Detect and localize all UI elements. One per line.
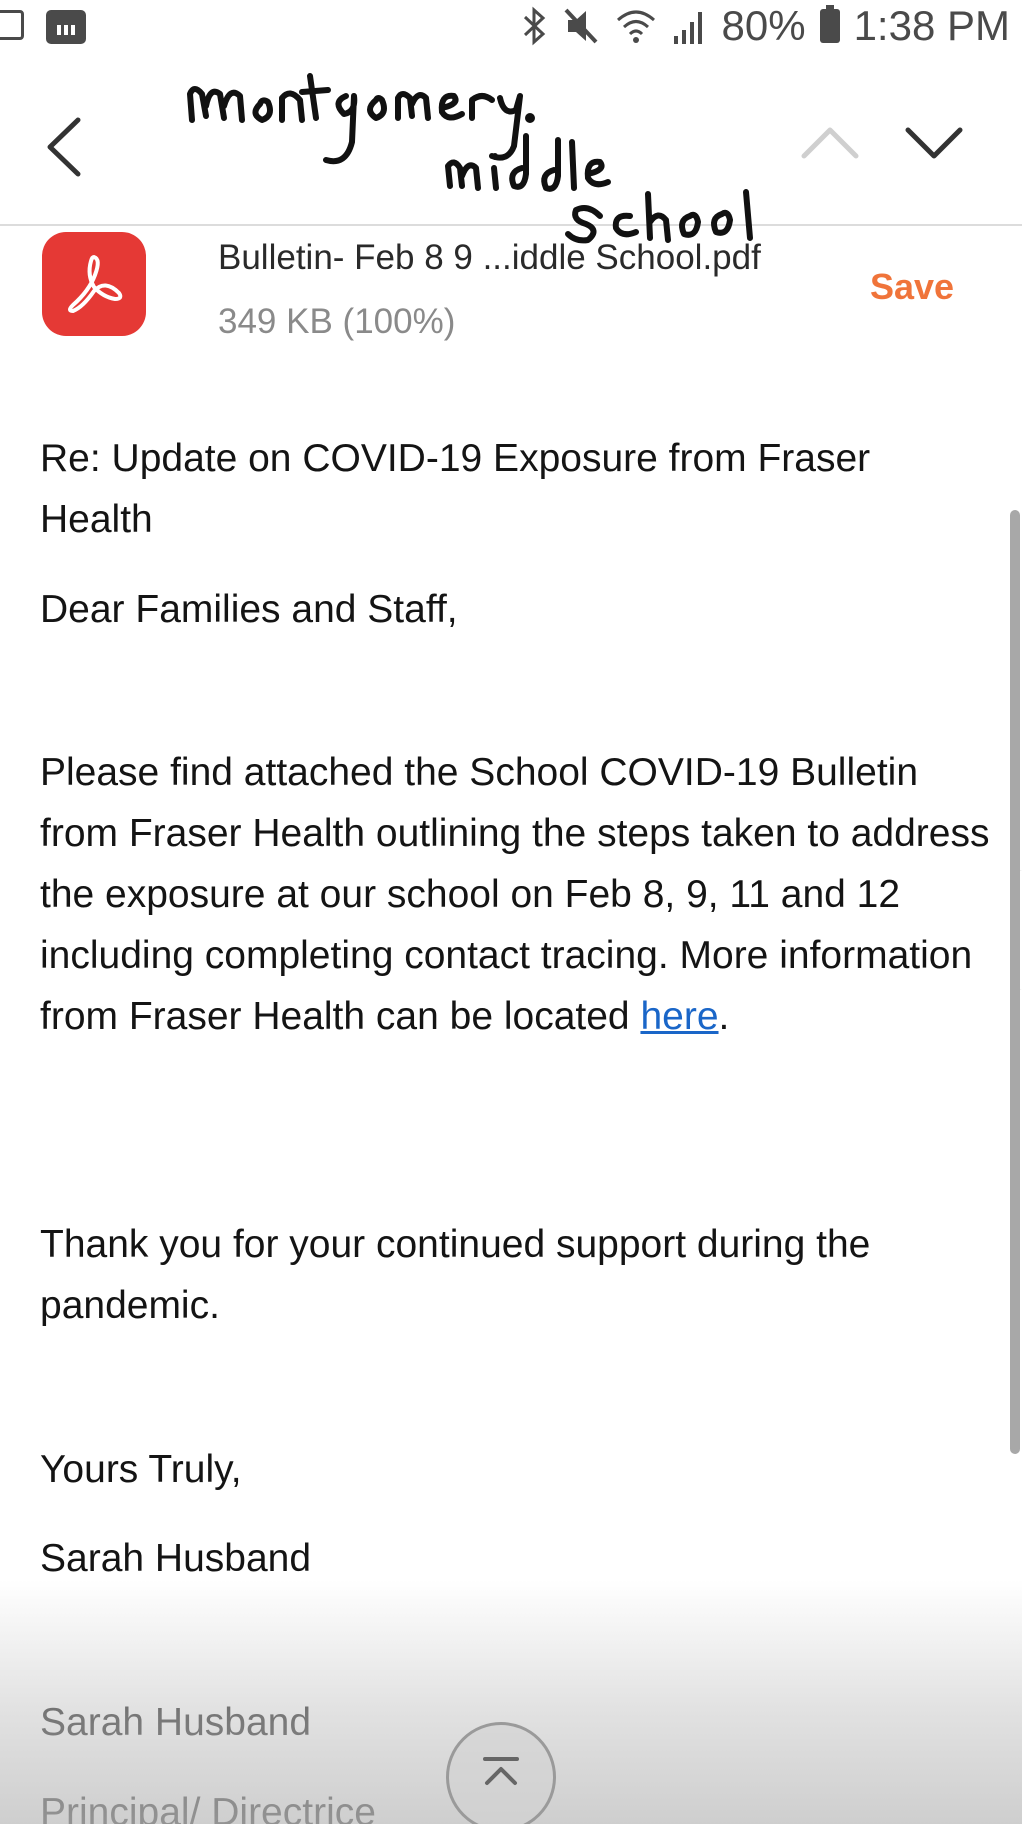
mute-icon (564, 8, 597, 44)
pdf-icon (42, 232, 146, 336)
email-closing: Yours Truly, (40, 1448, 242, 1491)
scroll-to-top-button[interactable] (446, 1722, 556, 1824)
calendar-icon (46, 10, 86, 44)
signal-icon (673, 12, 702, 44)
back-icon[interactable] (40, 112, 90, 182)
scrollbar-thumb[interactable] (1010, 510, 1020, 1454)
email-greeting: Dear Families and Staff, (40, 588, 458, 631)
chevron-down-icon[interactable] (904, 118, 964, 168)
signature-name: Sarah Husband (40, 1537, 312, 1580)
status-time: 1:38 PM (853, 2, 1010, 49)
email-body-paragraph: Please find attached the School COVID-19… (40, 742, 990, 1047)
status-right-icons: 80% 1:38 PM (522, 2, 1010, 50)
status-bar: 80% 1:38 PM (0, 0, 1022, 56)
body-paragraph-end: . (718, 995, 730, 1038)
here-link[interactable]: here (640, 995, 718, 1038)
save-button[interactable]: Save (870, 266, 954, 308)
email-thanks: Thank you for your continued support dur… (40, 1223, 871, 1327)
gallery-icon (0, 10, 24, 40)
battery-percent: 80% (721, 2, 806, 49)
bluetooth-icon (523, 6, 545, 46)
attachment-file-size: 349 KB (100%) (218, 302, 456, 341)
email-screen: 80% 1:38 PM Bulletin- Feb 8 9 ...iddle S… (0, 0, 1022, 1824)
scroll-to-top-icon (483, 1757, 519, 1785)
body-paragraph-text: Please find attached the School COVID-19… (40, 751, 990, 1038)
battery-icon (819, 5, 840, 43)
wifi-icon (616, 10, 655, 43)
attachment-file-name: Bulletin- Feb 8 9 ...iddle School.pdf (218, 238, 761, 277)
handwritten-note (187, 73, 753, 244)
attachment-row[interactable]: Bulletin- Feb 8 9 ...iddle School.pdf 34… (0, 226, 1022, 356)
email-subject-line: Re: Update on COVID-19 Exposure from Fra… (40, 437, 871, 541)
mail-header (0, 56, 1022, 244)
status-left-icons (0, 10, 86, 44)
